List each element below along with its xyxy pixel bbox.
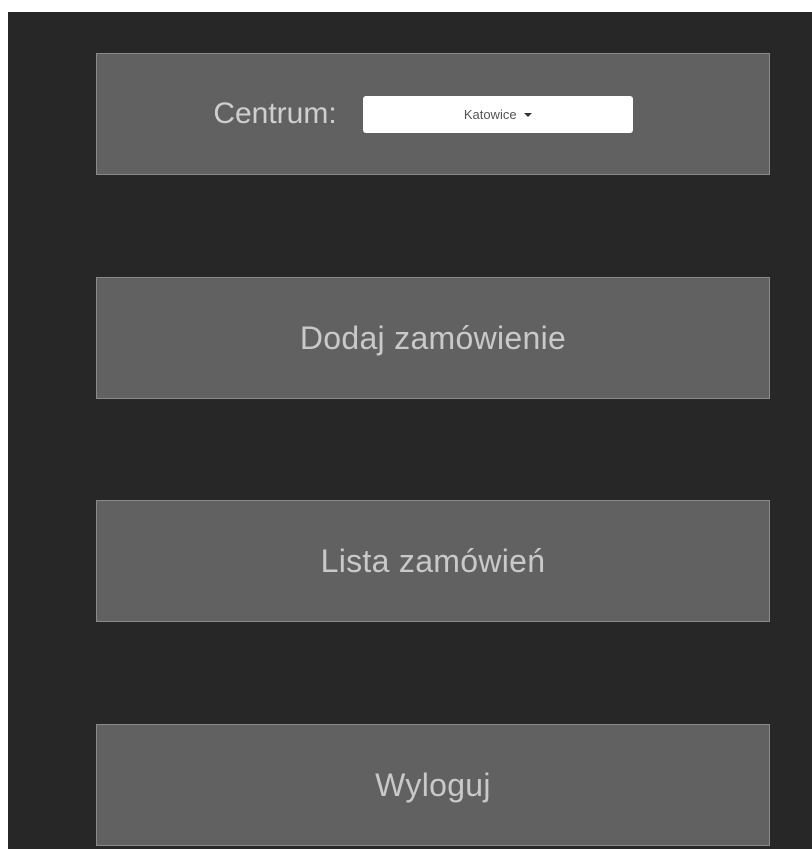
chevron-down-icon — [523, 113, 532, 117]
add-order-button[interactable]: Dodaj zamówienie — [96, 277, 770, 399]
app-container: Centrum: Katowice Dodaj zamówienie Lista… — [8, 12, 812, 849]
order-list-button[interactable]: Lista zamówień — [96, 500, 770, 622]
center-dropdown-value: Katowice — [463, 106, 517, 122]
center-dropdown[interactable]: Katowice — [362, 95, 633, 133]
logout-button[interactable]: Wyloguj — [96, 724, 770, 846]
logout-label: Wyloguj — [375, 766, 491, 803]
center-label: Centrum: — [213, 97, 337, 130]
center-selector-panel: Centrum: Katowice — [96, 53, 770, 175]
add-order-label: Dodaj zamówienie — [299, 319, 567, 356]
order-list-label: Lista zamówień — [320, 542, 546, 579]
